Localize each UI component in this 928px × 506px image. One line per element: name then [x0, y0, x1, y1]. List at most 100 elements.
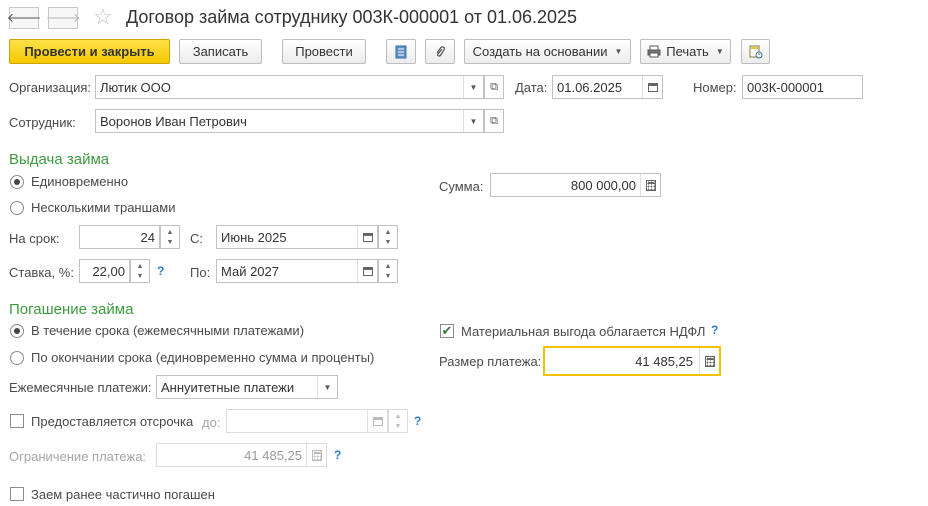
rate-value: 22,00 — [92, 263, 125, 279]
attach-file-button[interactable] — [425, 39, 455, 64]
number-value: 003К-000001 — [747, 79, 824, 95]
chevron-up-icon[interactable]: ▲ — [379, 263, 397, 270]
radio-during-term[interactable] — [10, 324, 24, 338]
deferral-checkbox[interactable] — [10, 414, 24, 428]
organization-label: Организация: — [9, 80, 92, 95]
print-label: Печать — [666, 44, 709, 59]
ndfl-checkbox[interactable]: ✔ — [440, 324, 454, 338]
deferral-help-icon[interactable]: ? — [414, 414, 421, 428]
paperclip-icon — [436, 45, 445, 57]
calendar-icon[interactable] — [642, 76, 662, 98]
chevron-down-icon[interactable]: ▼ — [131, 273, 149, 280]
chevron-down-icon[interactable]: ▼ — [379, 239, 397, 246]
arrow-right-icon: 🡒 — [45, 10, 81, 25]
payment-size-label: Размер платежа: — [439, 354, 542, 369]
date-field[interactable]: 01.06.2025 — [552, 75, 663, 99]
to-label: По: — [190, 265, 211, 280]
deferral-to-stepper[interactable]: ▲ ▼ — [388, 409, 408, 433]
issue-section-title: Выдача займа — [9, 151, 110, 168]
monthly-payments-select[interactable]: Аннуитетные платежи ▼ — [156, 375, 338, 399]
forward-button[interactable]: 🡒 — [45, 7, 81, 29]
organization-value: Лютик ООО — [100, 79, 171, 95]
chevron-down-icon[interactable]: ▼ — [463, 110, 483, 132]
from-label: С: — [190, 231, 203, 246]
create-based-on-label: Создать на основании — [472, 44, 608, 59]
post-and-close-button[interactable]: Провести и закрыть — [9, 39, 170, 64]
deferral-to-label: до: — [202, 415, 221, 430]
calculator-icon[interactable] — [306, 444, 326, 466]
chevron-up-icon[interactable]: ▲ — [131, 263, 149, 270]
star-icon[interactable]: ☆ — [93, 6, 113, 28]
calendar-icon[interactable] — [367, 410, 387, 432]
chevron-up-icon[interactable]: ▲ — [389, 413, 407, 420]
chevron-down-icon: ▼ — [614, 47, 623, 56]
payment-limit-help-icon[interactable]: ? — [334, 448, 341, 462]
payment-limit-value: 41 485,25 — [244, 447, 302, 463]
ndfl-checkbox-label[interactable]: Материальная выгода облагается НДФЛ — [461, 324, 705, 339]
monthly-payments-value: Аннуитетные платежи — [161, 379, 295, 395]
number-label: Номер: — [693, 80, 737, 95]
chevron-down-icon[interactable]: ▼ — [317, 376, 337, 398]
number-field[interactable]: 003К-000001 — [742, 75, 863, 99]
back-button[interactable]: 🡐 — [7, 7, 41, 29]
employee-field[interactable]: Воронов Иван Петрович ▼ — [95, 109, 484, 133]
report-structure-icon — [749, 45, 762, 58]
calculator-icon[interactable] — [699, 348, 719, 374]
organization-field[interactable]: Лютик ООО ▼ — [95, 75, 484, 99]
partially-repaid-label[interactable]: Заем ранее частично погашен — [31, 487, 215, 502]
date-label: Дата: — [515, 80, 548, 95]
radio-lump-sum-label[interactable]: Единовременно — [31, 174, 128, 189]
to-month-value: Май 2027 — [221, 263, 279, 279]
calendar-icon[interactable] — [357, 260, 377, 282]
rate-field[interactable]: 22,00 — [79, 259, 130, 283]
deferral-checkbox-label[interactable]: Предоставляется отсрочка — [31, 414, 193, 429]
amount-field[interactable]: 800 000,00 — [490, 173, 661, 197]
radio-tranches-label[interactable]: Несколькими траншами — [31, 200, 175, 215]
calculator-icon[interactable] — [640, 174, 660, 196]
term-field[interactable]: 24 — [79, 225, 160, 249]
monthly-payments-label: Ежемесячные платежи: — [9, 380, 152, 395]
radio-tranches[interactable] — [10, 201, 24, 215]
rate-label: Ставка, %: — [9, 265, 74, 280]
payment-limit-label: Ограничение платежа: — [9, 449, 147, 464]
calendar-icon[interactable] — [357, 226, 377, 248]
ndfl-help-icon[interactable]: ? — [711, 323, 718, 337]
from-month-stepper[interactable]: ▲ ▼ — [378, 225, 398, 249]
to-month-field[interactable]: Май 2027 — [216, 259, 378, 283]
open-organization-button[interactable]: ⧉ — [484, 75, 504, 99]
payment-limit-field[interactable]: 41 485,25 — [156, 443, 327, 467]
chevron-down-icon[interactable]: ▼ — [379, 273, 397, 280]
printer-icon — [647, 45, 661, 58]
employee-value: Воронов Иван Петрович — [100, 113, 247, 129]
save-button[interactable]: Записать — [179, 39, 262, 64]
chevron-up-icon[interactable]: ▲ — [161, 229, 179, 236]
radio-end-of-term[interactable] — [10, 351, 24, 365]
radio-lump-sum[interactable] — [10, 175, 24, 189]
term-label: На срок: — [9, 231, 60, 246]
partially-repaid-checkbox[interactable] — [10, 487, 24, 501]
chevron-down-icon[interactable]: ▼ — [389, 423, 407, 430]
report-structure-button[interactable] — [741, 39, 770, 64]
to-month-stepper[interactable]: ▲ ▼ — [378, 259, 398, 283]
document-list-button[interactable] — [386, 39, 416, 64]
from-month-field[interactable]: Июнь 2025 — [216, 225, 378, 249]
print-button[interactable]: Печать ▼ — [640, 39, 731, 64]
radio-during-term-label[interactable]: В течение срока (ежемесячными платежами) — [31, 323, 304, 338]
amount-value: 800 000,00 — [570, 177, 636, 193]
open-window-icon: ⧉ — [490, 114, 498, 127]
post-button[interactable]: Провести — [282, 39, 366, 64]
payment-size-field[interactable]: 41 485,25 — [543, 346, 721, 376]
term-stepper[interactable]: ▲ ▼ — [160, 225, 180, 249]
chevron-down-icon[interactable]: ▼ — [161, 239, 179, 246]
chevron-up-icon[interactable]: ▲ — [379, 229, 397, 236]
rate-stepper[interactable]: ▲ ▼ — [130, 259, 150, 283]
rate-help-icon[interactable]: ? — [157, 264, 164, 278]
deferral-to-field[interactable] — [226, 409, 388, 433]
repayment-section-title: Погашение займа — [9, 301, 134, 318]
open-employee-button[interactable]: ⧉ — [484, 109, 504, 133]
from-month-value: Июнь 2025 — [221, 229, 287, 245]
create-based-on-button[interactable]: Создать на основании ▼ — [464, 39, 631, 64]
page-title: Договор займа сотруднику 003К-000001 от … — [126, 7, 578, 27]
radio-end-of-term-label[interactable]: По окончании срока (единовременно сумма … — [31, 350, 374, 365]
chevron-down-icon[interactable]: ▼ — [463, 76, 483, 98]
